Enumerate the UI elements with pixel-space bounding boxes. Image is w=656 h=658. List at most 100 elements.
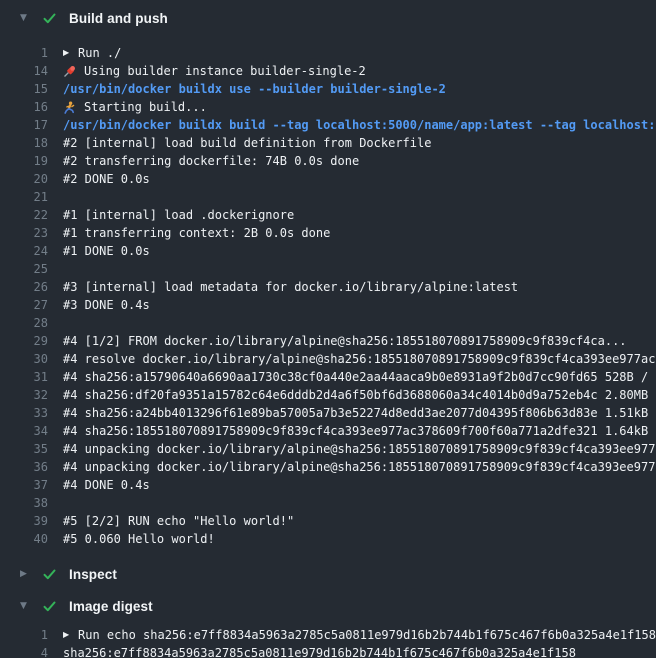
log-text: #4 sha256:df20fa9351a15782c64e6dddb2d4a6… [63,386,656,404]
line-number[interactable]: 29 [0,332,48,350]
log-line: 21 [0,188,656,206]
line-number[interactable]: 16 [0,98,48,116]
log-line-content: #2 [internal] load build definition from… [63,134,656,152]
log-text: #4 sha256:a24bb4013296f61e89ba57005a7b3e… [63,404,656,422]
line-number[interactable]: 14 [0,62,48,80]
section-lines: 1 ▶Run ./ 14 Using builder instance builder… [0,44,656,548]
log-line: 34 #4 sha256:185518070891758909c9f839cf4c… [0,422,656,440]
log-text: /usr/bin/docker buildx build --tag local… [63,116,656,134]
log-text: /usr/bin/docker buildx use --builder bui… [63,80,446,98]
log-line: 32 #4 sha256:df20fa9351a15782c64e6dddb2d4… [0,386,656,404]
log-section-image-digest: ▼ Image digest 1▶Run echo sha256:e7ff8834a… [0,596,656,658]
line-number[interactable]: 22 [0,206,48,224]
log-line: 38 [0,494,656,512]
line-number[interactable]: 20 [0,170,48,188]
section-header-image-digest[interactable]: ▼ Image digest [0,596,656,616]
log-line-content [63,494,656,512]
actions-log-viewer: ▼Build and push1▶Run ./14Using builder i… [0,0,656,658]
section-title: Inspect [69,567,117,582]
check-icon [43,601,57,612]
log-line: 35 #4 unpacking docker.io/library/alpine@… [0,440,656,458]
log-line-content: #3 DONE 0.4s [63,296,656,314]
line-number[interactable]: 37 [0,476,48,494]
line-number[interactable]: 19 [0,152,48,170]
log-line-content: #5 0.060 Hello world! [63,530,656,548]
log-text: #1 [internal] load .dockerignore [63,206,294,224]
log-line-content: #1 transferring context: 2B 0.0s done [63,224,656,242]
log-line-content: Starting build... [63,98,656,116]
log-line: 40 #5 0.060 Hello world! [0,530,656,548]
log-text: #4 DONE 0.4s [63,476,150,494]
log-line-content: #4 [1/2] FROM docker.io/library/alpine@s… [63,332,656,350]
line-number[interactable]: 27 [0,296,48,314]
line-number[interactable]: 38 [0,494,48,512]
log-text: #2 DONE 0.0s [63,170,150,188]
line-number[interactable]: 24 [0,242,48,260]
log-text: #4 [1/2] FROM docker.io/library/alpine@s… [63,332,627,350]
log-text: #1 transferring context: 2B 0.0s done [63,224,330,242]
log-section-inspect: ▶ Inspect [0,564,656,584]
log-line-content: Using builder instance builder-single-2 [63,62,656,80]
log-text: #2 [internal] load build definition from… [63,134,431,152]
chevron-down-icon[interactable]: ▼ [20,596,34,616]
section-title: Build and push [69,11,168,26]
log-line: 37 #4 DONE 0.4s [0,476,656,494]
line-number[interactable]: 1 [0,626,48,644]
log-line: 14 Using builder instance builder-single-… [0,62,656,80]
line-number[interactable]: 26 [0,278,48,296]
line-number[interactable]: 21 [0,188,48,206]
log-text: #5 0.060 Hello world! [63,530,215,548]
log-line-content [63,260,656,278]
line-number[interactable]: 35 [0,440,48,458]
log-line: 1▶Run echo sha256:e7ff8834a5963a2785c5a0… [0,626,656,644]
log-line: 30#4 resolve docker.io/library/alpine@sh… [0,350,656,368]
line-number[interactable]: 34 [0,422,48,440]
pushpin-icon [63,65,77,78]
log-line: 4 sha256:e7ff8834a5963a2785c5a0811e979d16… [0,644,656,658]
log-text: Run ./ [78,44,121,62]
line-number[interactable]: 30 [0,350,48,368]
log-line: 16 Starting build... [0,98,656,116]
section-header-inspect[interactable]: ▶ Inspect [0,564,656,584]
log-line: 20 #2 DONE 0.0s [0,170,656,188]
line-number[interactable]: 23 [0,224,48,242]
chevron-down-icon[interactable]: ▼ [20,8,34,28]
chevron-right-icon[interactable]: ▶ [20,564,34,584]
line-number[interactable]: 39 [0,512,48,530]
line-number[interactable]: 33 [0,404,48,422]
log-line: 27 #3 DONE 0.4s [0,296,656,314]
line-number[interactable]: 36 [0,458,48,476]
runner-icon [63,101,77,114]
log-line-content: #4 DONE 0.4s [63,476,656,494]
line-number[interactable]: 40 [0,530,48,548]
log-line-content: #4 sha256:df20fa9351a15782c64e6dddb2d4a6… [63,386,656,404]
log-line-content: #4 sha256:a24bb4013296f61e89ba57005a7b3e… [63,404,656,422]
line-number[interactable]: 25 [0,260,48,278]
section-title: Image digest [69,599,153,614]
line-number[interactable]: 18 [0,134,48,152]
log-text: #3 [internal] load metadata for docker.i… [63,278,518,296]
line-number[interactable]: 15 [0,80,48,98]
log-line-content: #4 unpacking docker.io/library/alpine@sh… [63,440,656,458]
log-line: 22 #1 [internal] load .dockerignore [0,206,656,224]
log-line: 17/usr/bin/docker buildx build --tag loc… [0,116,656,134]
check-icon [43,13,57,24]
section-header-build-and-push[interactable]: ▼ Build and push [0,8,656,28]
log-line: 24 #1 DONE 0.0s [0,242,656,260]
log-line: 28 [0,314,656,332]
log-line-content: #4 sha256:185518070891758909c9f839cf4ca3… [63,422,656,440]
line-number[interactable]: 28 [0,314,48,332]
log-text: sha256:e7ff8834a5963a2785c5a0811e979d16b… [63,644,576,658]
log-line: 26 #3 [internal] load metadata for docker… [0,278,656,296]
line-number[interactable]: 31 [0,368,48,386]
log-text: #4 unpacking docker.io/library/alpine@sh… [63,458,656,476]
line-number[interactable]: 4 [0,644,48,658]
log-text: #1 DONE 0.0s [63,242,150,260]
log-line-content: #2 DONE 0.0s [63,170,656,188]
line-number[interactable]: 1 [0,44,48,62]
log-line-content: ▶Run ./ [63,44,656,62]
log-text: #4 sha256:185518070891758909c9f839cf4ca3… [63,422,656,440]
line-number[interactable]: 17 [0,116,48,134]
line-number[interactable]: 32 [0,386,48,404]
log-text: Using builder instance builder-single-2 [84,62,366,80]
